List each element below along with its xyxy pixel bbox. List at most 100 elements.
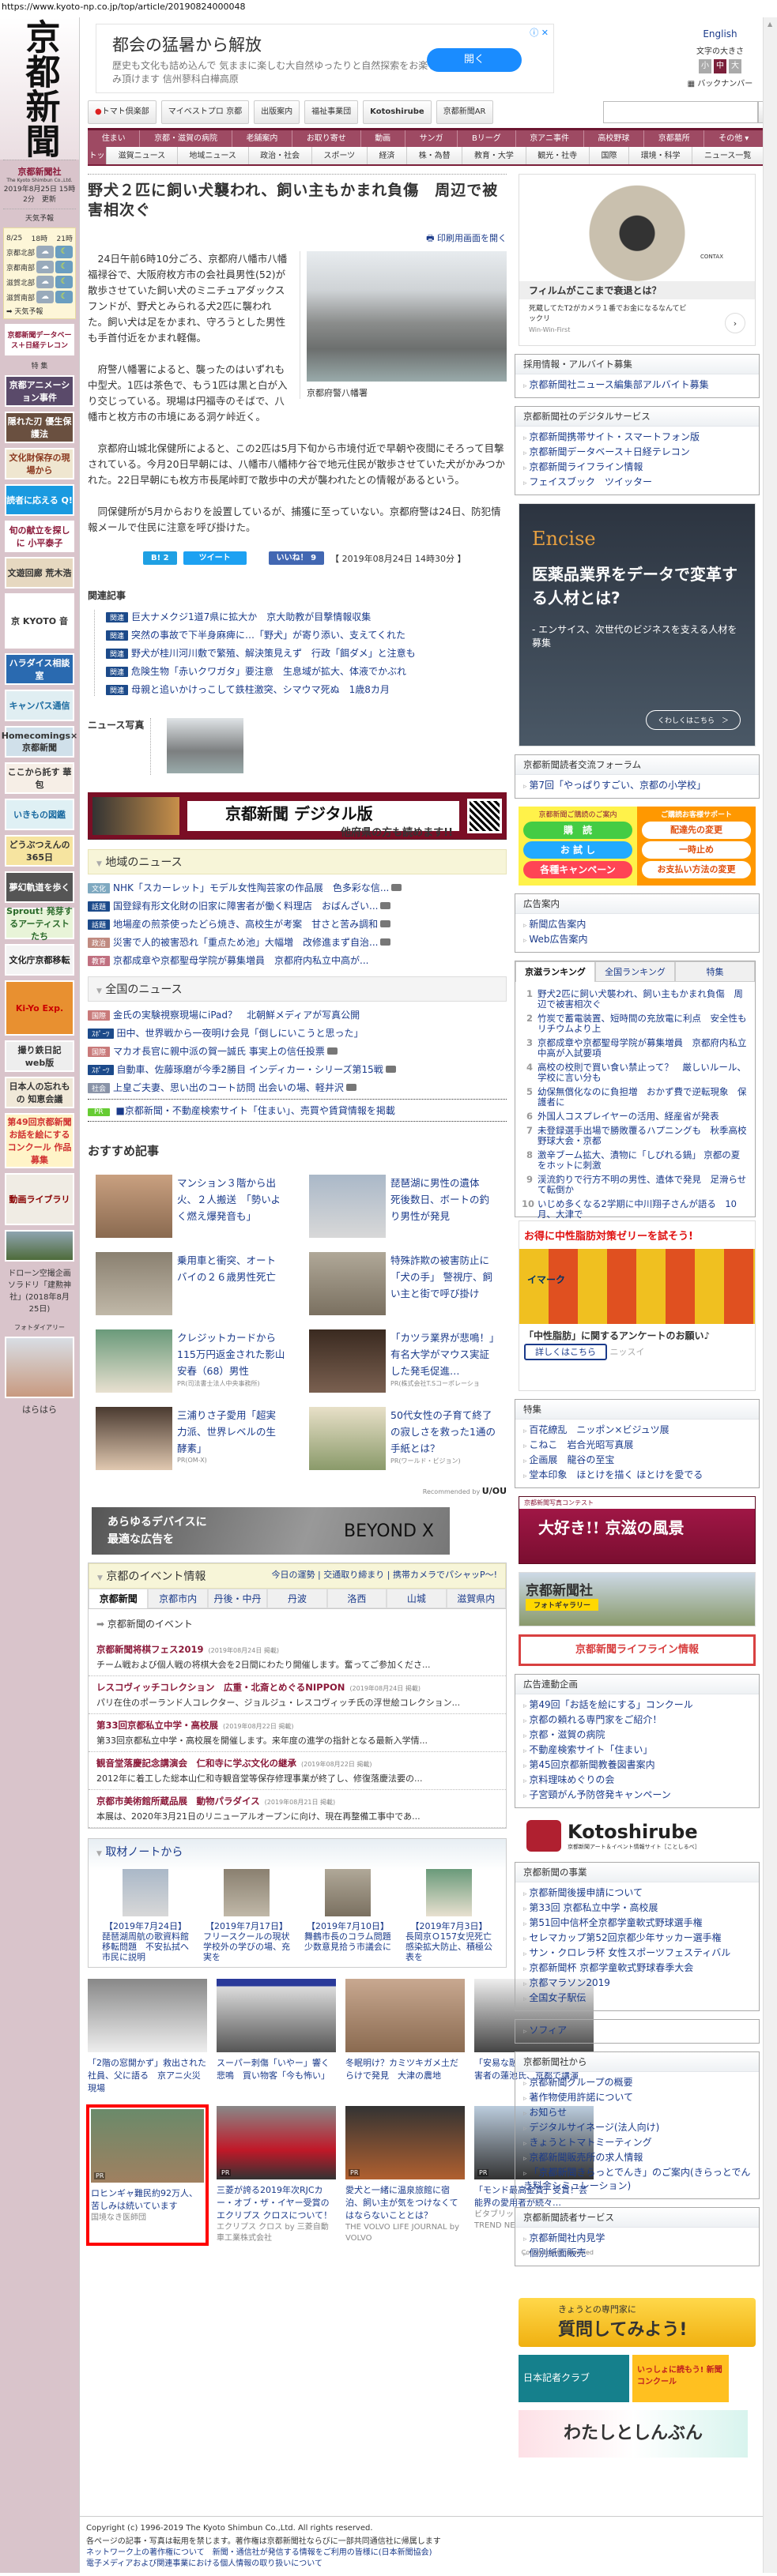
sidebar-banner[interactable]: 日本人の忘れもの 知恵会議 — [5, 1077, 74, 1108]
nav-tab[interactable]: 政治・社会 — [249, 147, 312, 164]
nav-tab[interactable]: 国際 — [590, 147, 630, 164]
tweet-button[interactable]: ツイート — [183, 551, 247, 565]
adlink-link[interactable]: 第45回京都新聞教養図書案内 — [523, 1758, 751, 1771]
nav-tab[interactable]: 環境・科学 — [629, 147, 693, 164]
business-link[interactable]: セレマカップ第52回京都少年サッカー選手権 — [523, 1931, 751, 1944]
ar-button[interactable]: 京都新聞AR — [436, 100, 493, 124]
nav-item[interactable]: お取り寄せ — [292, 130, 361, 147]
nav-item[interactable]: 住まい — [88, 130, 141, 147]
nav-item[interactable]: 京都・滋賀の病院 — [140, 130, 232, 147]
from-link[interactable]: 京都新聞グループの概要 — [523, 2075, 751, 2089]
events-tab[interactable]: 丹後・中丹 — [207, 1589, 268, 1608]
business-link[interactable]: 京都マラソン2019 — [523, 1976, 751, 1989]
news-item[interactable]: ｽﾎﾟｰﾂ 田中、世界戦から一夜明け会見「倒しにいこうと思った」 — [88, 1026, 507, 1040]
like-button[interactable]: いいね！ 9 — [268, 551, 325, 565]
subscription-button[interactable]: 各種キャンペーン — [523, 861, 632, 878]
events-tab[interactable]: 洛西 — [326, 1589, 387, 1608]
grid-article[interactable]: PR ロヒンギャ難民約92万人、苦しみは続いています 国境なき医師団 — [86, 2104, 209, 2246]
english-link[interactable]: English — [681, 28, 760, 39]
newspaper-concours-banner[interactable]: いっしょに読もう! 新聞コンクール — [632, 2355, 729, 2402]
photo-diary-caption[interactable]: はらはら — [0, 1403, 79, 1416]
news-link[interactable]: 地場産の煎茶使ったどら焼き、高校生が考案 甘さと苦み調和 — [113, 919, 378, 930]
nissui-ad[interactable]: お得に中性脂肪対策ゼリーを試そう! イマーク 「中性脂肪」に関するアンケートのお… — [519, 1220, 756, 1391]
recommended-title[interactable]: マンション３階から出火、２人搬送 「勢いよく燃え爆発音も」 — [177, 1175, 285, 1224]
business-link[interactable]: 京都新聞後援申請について — [523, 1886, 751, 1899]
event-title[interactable]: レスコヴィッチコレクション 広重・北斎とめぐるNIPPON — [96, 1682, 345, 1693]
from-link[interactable]: 京都新聞販売所の求人情報 — [523, 2150, 751, 2164]
kotoshirube-banner[interactable]: Kotoshirube 京都新聞アート＆イベント情報サイト［ことしるべ］ — [519, 1816, 756, 1856]
recommended-item[interactable]: 乗用車と衝突、オートバイの２６歳男性死亡 — [96, 1252, 285, 1315]
backnumber-link[interactable]: ▦ バックナンバー — [681, 77, 760, 88]
scrollbar[interactable]: ▲ — [763, 17, 777, 2573]
grid-article[interactable]: 「2階の窓開かず」救出された社員、父に語る 京アニ火災現場 — [88, 1979, 207, 2095]
hatena-button[interactable]: B! 2 — [143, 551, 177, 565]
ranking-title[interactable]: 未登録選手出場で勝敗覆るハプニングも 秋季高校野球大会・京都 — [537, 1126, 749, 1146]
kyoto-shimbun-logo[interactable]: 京都新聞 — [0, 17, 79, 160]
nav-tab[interactable]: 滋賀ニュース — [107, 147, 178, 164]
note-item[interactable]: 【2019年7月17日】 フリースクールの現状 学校外の学びの場、充実を — [203, 1869, 298, 1962]
ranking-item[interactable]: 7 未登録選手出場で勝敗覆るハプニングも 秋季高校野球大会・京都 — [522, 1126, 749, 1146]
ranking-item[interactable]: 10 いじめ多くなる2学期に中川翔子さんが語る 10月、大津で — [522, 1199, 749, 1220]
ad-close-icon[interactable]: ⓘ ✕ — [530, 26, 549, 39]
publishing-button[interactable]: 出版案内 — [254, 100, 300, 124]
grid-article[interactable]: 冬眠明け？カミツキガメ土だらけで発見 大津の農地 — [345, 1979, 465, 2095]
subscription-button[interactable]: 購 読 — [523, 822, 632, 839]
photo-contest-banner[interactable]: 京都新聞写真コンテスト 大好き!! 京滋の風景 — [519, 1496, 756, 1564]
note-title[interactable]: 舞鶴市長のコラム問題 少数意見拾う市議会に — [304, 1931, 400, 1952]
sophia-link[interactable]: ソフィア — [523, 2023, 751, 2036]
search-input[interactable] — [603, 101, 758, 123]
grid-article[interactable]: スーパー刺傷「いやー」響く悲鳴 買い物客「今も怖い」 — [217, 1979, 336, 2095]
business-link[interactable]: サン・クロレラ杯 女性スポーツフェスティバル — [523, 1946, 751, 1959]
font-large[interactable]: 大 — [729, 59, 741, 73]
news-item[interactable]: 文化 NHK「スカーレット」モデル女性陶芸家の作品展 色多彩な信... — [88, 881, 507, 894]
recommended-item[interactable]: クレジットカードから115万円返金された影山安春（68）男性 PR(司法書士法人中… — [96, 1329, 285, 1393]
nav-tab[interactable]: 経済 — [368, 147, 408, 164]
related-item[interactable]: 関連 危険生物「赤いクワガタ」要注意 生息域が拡大、体液でかぶれ — [106, 664, 507, 678]
news-item[interactable]: 国際 金氏の実験視察現場にiPad？ 北朝鮮メディアが写真公開 — [88, 1008, 507, 1021]
nissui-details-button[interactable]: 詳しくはこちら — [524, 1344, 607, 1360]
related-link[interactable]: 突然の事故で下半身麻痺に…「野犬」が寄り添い、支えてくれた — [131, 630, 405, 641]
ranking-title[interactable]: 竹炭で蓄電装置、短時間の充放電に利点 安全性もリチウムより上 — [537, 1013, 749, 1034]
watashi-to-shinbun-banner[interactable]: わたしとしんぶん — [519, 2410, 748, 2458]
weather-link[interactable]: ➡ 天気予報 — [6, 306, 73, 316]
reader-link[interactable]: 京都新聞社内見学 — [523, 2231, 751, 2244]
adinfo-link[interactable]: Web広告案内 — [523, 932, 751, 946]
grid-title[interactable]: 冬眠明け？カミツキガメ土だらけで発見 大津の農地 — [345, 2057, 465, 2082]
font-small[interactable]: 小 — [699, 59, 711, 73]
reader-link[interactable]: 個別紙面販売 — [523, 2246, 751, 2259]
event-title[interactable]: 第33回京都私立中学・高校展 — [96, 1720, 218, 1731]
ranking-title[interactable]: 幼保無償化なのに負担増 おかず費で逆転現象 保護者に — [537, 1087, 749, 1107]
nav-tab[interactable]: ニュース一覧 — [692, 147, 764, 164]
news-link[interactable]: 京都成章や京都聖母学院が募集増員 京都府内私立中高が... — [113, 955, 368, 966]
from-link[interactable]: デジタルサイネージ(法人向け) — [523, 2120, 751, 2134]
sidebar-banner[interactable]: ハラダイス相談室 — [5, 653, 74, 685]
forum-link[interactable]: 第7回「やっぱりすごい、京都の小学校」 — [523, 778, 751, 792]
ad-open-button[interactable]: 開く — [427, 48, 522, 72]
tokushu-link[interactable]: 企画展 龍谷の至宝 — [523, 1453, 751, 1466]
related-item[interactable]: 関連 野犬が桂川河川敷で繁殖、解決策見えず 行政「餌ダメ」と注意も — [106, 646, 507, 660]
sidebar-banner[interactable]: 京都アニメーション事件 — [5, 375, 74, 407]
top-ad[interactable]: ⓘ ✕ 都会の猛暑から解放 歴史も文化も詰め込んで 気ままに楽しむ大自然ゆったり… — [96, 24, 554, 93]
tomato-club-button[interactable]: ●トマト倶楽部 — [88, 100, 157, 124]
sidebar-banner[interactable]: Sprout! 発芽するアーティストたち — [5, 906, 74, 942]
ranking-item[interactable]: 5 幼保無償化なのに負担増 おかず費で逆転現象 保護者に — [522, 1087, 749, 1107]
print-link[interactable]: 🖶 印刷用画面を開く — [88, 231, 507, 246]
business-link[interactable]: 全国女子駅伝 — [523, 1991, 751, 2004]
support-button[interactable]: 配達先の変更 — [642, 822, 751, 839]
digital-link[interactable]: 京都新聞ライフライン情報 — [523, 460, 751, 473]
welfare-button[interactable]: 福祉事業団 — [304, 100, 359, 124]
encise-ad[interactable]: Encise 医薬品業界をデータで変革する人材とは? - エンサイス、次世代のビ… — [519, 503, 756, 746]
related-link[interactable]: 母親と追いかけっこして鉄柱激突、シマウマ死ぬ 1歳8カ月 — [131, 684, 390, 695]
grid-title[interactable]: 三菱が誇る2019年次RJCカー・オブ・ザ・イヤー受賞のエクリプス クロスについ… — [217, 2184, 336, 2222]
ranking-item[interactable]: 4 高校の校則で買い食い禁止って？ 厳しいルール、学校に言い分も — [522, 1062, 749, 1083]
events-tab[interactable]: 丹波 — [267, 1589, 327, 1608]
recommended-item[interactable]: 琵琶湖に男性の遺体 死後数日、ボートの釣り男性が発見 — [309, 1175, 499, 1238]
nav-tab[interactable]: 地域ニュース — [178, 147, 249, 164]
business-link[interactable]: 京都新聞杯 京都学童軟式野球春季大会 — [523, 1961, 751, 1974]
sidebar-banner[interactable]: 旬の献立を探しに 小平泰子 — [5, 521, 74, 552]
ranking-item[interactable]: 1 野犬2匹に飼い犬襲われ、飼い主もかまれ負傷 周辺で被害相次ぐ — [522, 989, 749, 1010]
news-link[interactable]: 自動車、佐藤琢磨が今季2勝目 インディカー・シリーズ第15戦 — [117, 1064, 383, 1075]
recommended-title[interactable]: 三浦りさ子愛用「超実力派、世界レベルの生酵素」 — [177, 1407, 285, 1457]
related-item[interactable]: 関連 母親と追いかけっこして鉄柱激突、シマウマ死ぬ 1歳8カ月 — [106, 683, 507, 696]
news-item[interactable]: 国際 マカオ長官に親中派の賀一誠氏 事実上の信任投票 — [88, 1044, 507, 1058]
